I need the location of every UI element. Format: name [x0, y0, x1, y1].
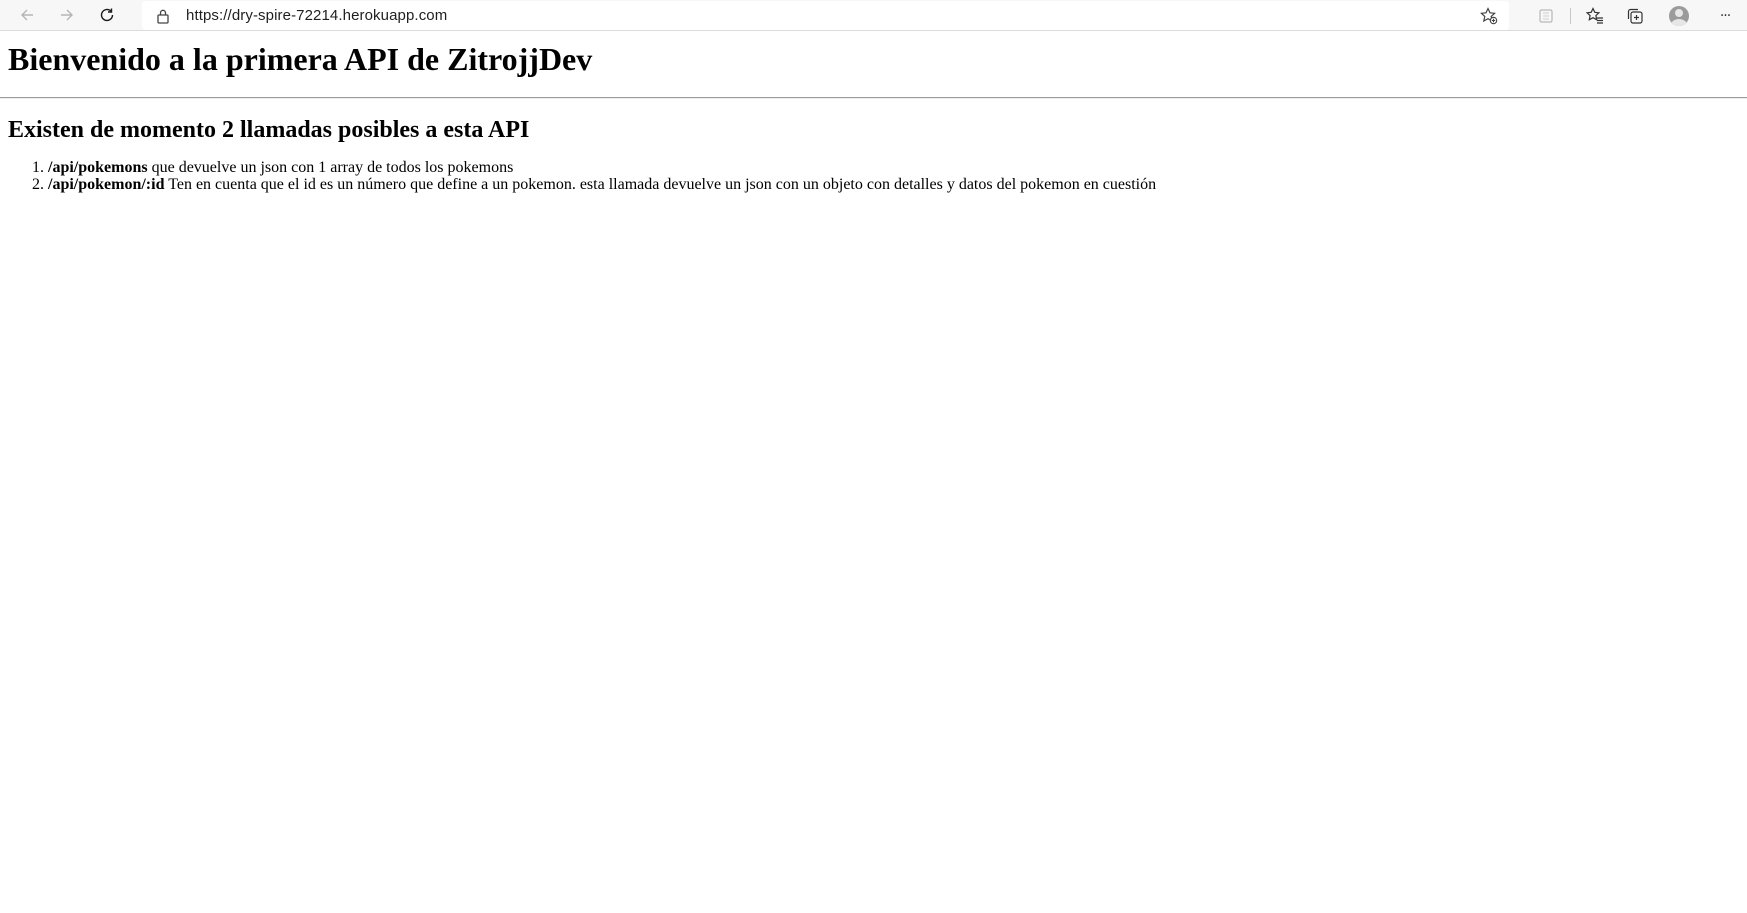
- toolbar-separator: [1570, 7, 1571, 24]
- endpoint-description: Ten en cuenta que el id es un número que…: [164, 176, 1157, 193]
- list-item: /api/pokemon/:id Ten en cuenta que el id…: [48, 176, 1739, 193]
- forward-arrow-icon: [61, 9, 73, 21]
- browser-toolbar: https://dry-spire-72214.herokuapp.com ··…: [0, 0, 1747, 31]
- lock-icon[interactable]: [156, 8, 174, 24]
- reload-button[interactable]: [92, 1, 122, 29]
- list-item: /api/pokemons que devuelve un json con 1…: [48, 159, 1739, 176]
- page-subtitle: Existen de momento 2 llamadas posibles a…: [8, 117, 530, 143]
- toolbar-right-icons: ···: [1526, 0, 1747, 31]
- endpoint-list: /api/pokemons que devuelve un json con 1…: [8, 159, 1739, 193]
- address-bar[interactable]: https://dry-spire-72214.herokuapp.com: [142, 1, 1509, 30]
- avatar: [1669, 5, 1689, 26]
- page-title: Bienvenido a la primera API de ZitrojjDe…: [8, 41, 593, 77]
- endpoint-code: /api/pokemons: [48, 159, 148, 176]
- star-add-icon[interactable]: [1479, 6, 1499, 31]
- back-arrow-icon: [21, 9, 33, 21]
- more-icon: ···: [1719, 7, 1731, 24]
- url-text[interactable]: https://dry-spire-72214.herokuapp.com: [186, 7, 447, 24]
- reload-icon: [100, 8, 114, 22]
- forward-button[interactable]: [52, 1, 82, 29]
- divider: [0, 97, 1747, 99]
- back-button[interactable]: [12, 1, 42, 29]
- endpoint-code: /api/pokemon/:id: [48, 176, 165, 193]
- settings-menu-button[interactable]: ···: [1703, 0, 1747, 31]
- collections-icon[interactable]: [1615, 0, 1655, 31]
- endpoint-description: que devuelve un json con 1 array de todo…: [147, 159, 514, 176]
- favorites-icon[interactable]: [1575, 0, 1615, 31]
- extension-icon[interactable]: [1526, 0, 1566, 31]
- profile-button[interactable]: [1655, 0, 1703, 31]
- page-content: Bienvenido a la primera API de ZitrojjDe…: [0, 31, 1747, 193]
